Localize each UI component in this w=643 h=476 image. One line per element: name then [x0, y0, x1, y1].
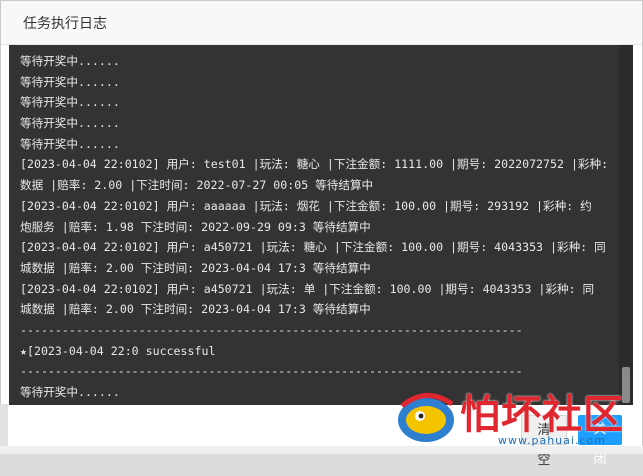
log-line: 城数据 |赔率: 2.00 下注时间: 2023-04-04 17:3 等待结算…: [20, 302, 371, 317]
log-line: 等待开奖中......: [20, 74, 120, 89]
log-line: 等待开奖中......: [20, 385, 120, 399]
log-line: ★[2023-04-04 22:0 successful: [20, 343, 216, 358]
log-scrollbar[interactable]: [619, 45, 633, 405]
log-line: 等待开奖中......: [20, 54, 120, 68]
log-line: [2023-04-04 22:0102] 用户: test01 |玩法: 糖心 …: [20, 157, 610, 172]
log-line: [2023-04-04 22:0102] 用户: a450721 |玩法: 单 …: [20, 281, 595, 296]
log-line: [2023-04-04 22:0102] 用户: aaaaaa |玩法: 烟花 …: [20, 198, 592, 213]
log-lines: 等待开奖中...... 等待开奖中...... 等待开奖中...... 等待开奖中..…: [20, 51, 610, 403]
log-scrollbar-thumb[interactable]: [622, 367, 630, 403]
task-log-dialog: 任务执行日志 等待开奖中...... 等待开奖中...... 等待开奖中......…: [0, 0, 643, 468]
log-line: 数据 |赔率: 2.00 |下注时间: 2022-07-27 00:05 等待结…: [20, 178, 374, 193]
dialog-header: 任务执行日志: [1, 1, 642, 45]
log-line: [2023-04-04 22:0102] 用户: a450721 |玩法: 糖心…: [20, 240, 606, 255]
log-line: 等待开奖中......: [20, 95, 120, 110]
log-line: ----------------------------------------…: [20, 322, 523, 337]
log-line: 等待开奖中......: [20, 136, 120, 151]
log-line: 炮服务 |赔率: 1.98 下注时间: 2022-09-29 09:3 等待结算…: [20, 219, 371, 234]
clear-button[interactable]: 清空: [521, 415, 567, 468]
background-bottom-strip: [0, 446, 643, 454]
log-line: 等待开奖中......: [20, 116, 120, 131]
log-output-panel[interactable]: 等待开奖中...... 等待开奖中...... 等待开奖中...... 等待开奖中..…: [9, 45, 633, 405]
dialog-title: 任务执行日志: [23, 16, 107, 32]
close-button[interactable]: 关闭: [578, 415, 622, 467]
log-line: 城数据 |赔率: 2.00 下注时间: 2023-04-04 17:3 等待结算…: [20, 260, 371, 275]
log-line: ----------------------------------------…: [20, 364, 523, 379]
